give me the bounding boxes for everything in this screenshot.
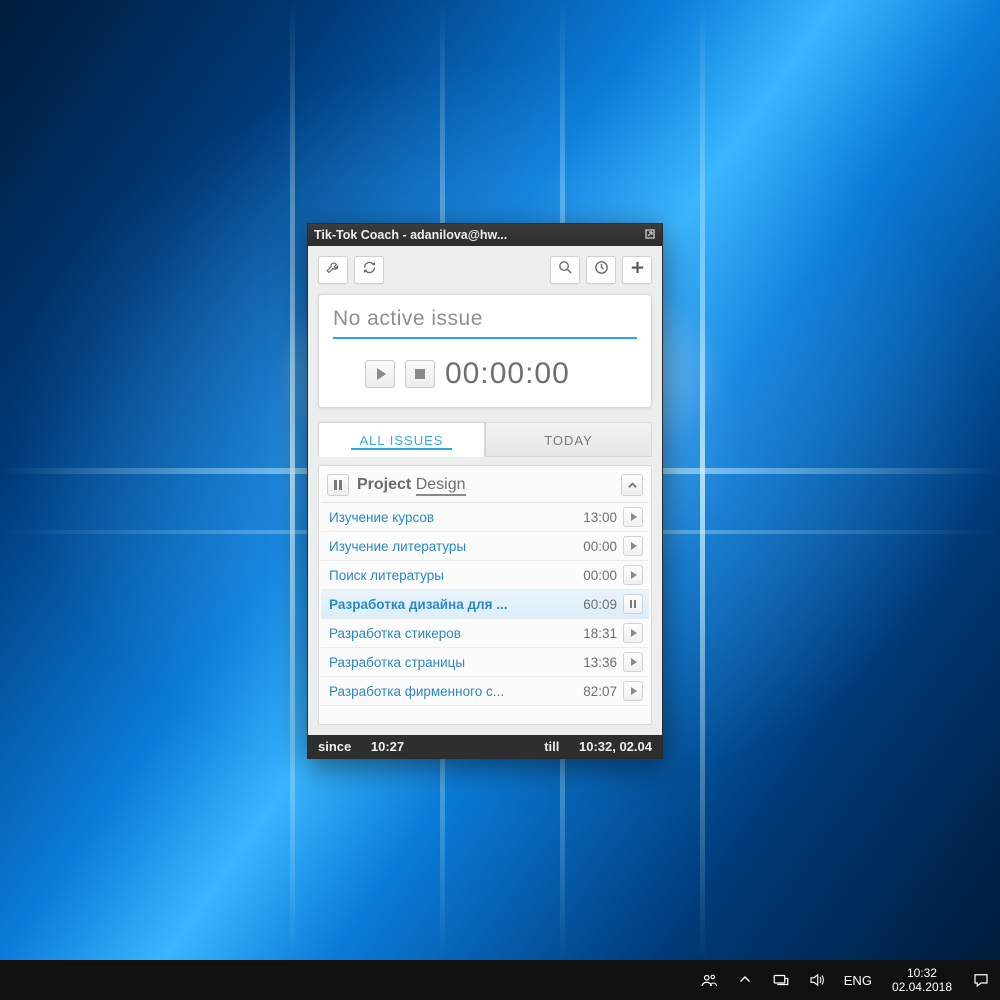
play-icon — [631, 571, 637, 579]
issue-play-button[interactable] — [623, 507, 643, 527]
issue-time: 00:00 — [569, 568, 617, 583]
active-issue-card: No active issue 00:00:00 — [318, 294, 652, 408]
issue-row[interactable]: Изучение курсов 13:00 — [321, 503, 649, 532]
popout-icon[interactable] — [644, 228, 656, 243]
active-issue-title: No active issue — [333, 307, 637, 339]
play-button[interactable] — [365, 360, 395, 388]
play-icon — [631, 629, 637, 637]
issue-name[interactable]: Разработка дизайна для ... — [329, 597, 563, 612]
window-titlebar[interactable]: Tik-Tok Coach - adanilova@hw... — [308, 224, 662, 246]
pause-icon — [630, 600, 636, 608]
status-bar: since 10:27 till 10:32, 02.04 — [308, 735, 662, 758]
group-collapse-button[interactable] — [621, 474, 643, 496]
tray-volume-icon[interactable] — [804, 960, 830, 1000]
search-icon — [557, 259, 574, 281]
issue-pause-button[interactable] — [623, 594, 643, 614]
refresh-button[interactable] — [354, 256, 384, 284]
issue-name[interactable]: Разработка фирменного с... — [329, 684, 563, 699]
history-button[interactable] — [586, 256, 616, 284]
group-pause-button[interactable] — [327, 474, 349, 496]
issue-time: 13:36 — [569, 655, 617, 670]
group-label: Project Design — [357, 476, 466, 494]
issue-time: 82:07 — [569, 684, 617, 699]
clock-time: 10:32 — [892, 966, 952, 980]
play-icon — [631, 542, 637, 550]
tray-language[interactable]: ENG — [840, 960, 876, 1000]
issue-row[interactable]: Разработка стикеров 18:31 — [321, 619, 649, 648]
tray-people-icon[interactable] — [696, 960, 722, 1000]
tray-network-icon[interactable] — [768, 960, 794, 1000]
chevron-up-icon — [627, 480, 638, 491]
issue-play-button[interactable] — [623, 681, 643, 701]
issue-play-button[interactable] — [623, 565, 643, 585]
wrench-icon — [325, 259, 342, 281]
stop-icon — [415, 369, 425, 379]
issue-time: 60:09 — [569, 597, 617, 612]
issue-row[interactable]: Разработка фирменного с... 82:07 — [321, 677, 649, 706]
settings-button[interactable] — [318, 256, 348, 284]
issue-play-button[interactable] — [623, 652, 643, 672]
windows-taskbar: ENG 10:32 02.04.2018 — [0, 960, 1000, 1000]
play-icon — [631, 687, 637, 695]
window-title: Tik-Tok Coach - adanilova@hw... — [314, 228, 507, 242]
toolbar — [318, 256, 652, 284]
till-value: 10:32, 02.04 — [579, 739, 652, 754]
issue-name[interactable]: Поиск литературы — [329, 568, 563, 583]
pause-icon — [334, 480, 342, 490]
issue-play-button[interactable] — [623, 623, 643, 643]
plus-icon — [629, 259, 646, 281]
issues-list: Project Design Изучение курсов13:00Изуче… — [318, 465, 652, 725]
tray-clock[interactable]: 10:32 02.04.2018 — [886, 960, 958, 1000]
issue-row[interactable]: Поиск литературы 00:00 — [321, 561, 649, 590]
search-button[interactable] — [550, 256, 580, 284]
issue-row[interactable]: Разработка страницы 13:36 — [321, 648, 649, 677]
issue-row[interactable]: Разработка дизайна для ... 60:09 — [321, 590, 649, 619]
since-value: 10:27 — [371, 739, 404, 754]
since-label: since — [318, 739, 351, 754]
issue-time: 00:00 — [569, 539, 617, 554]
tab-today[interactable]: TODAY — [485, 422, 652, 457]
tray-overflow-icon[interactable] — [732, 960, 758, 1000]
issue-time: 13:00 — [569, 510, 617, 525]
tabs: ALL ISSUES TODAY — [318, 422, 652, 457]
issue-name[interactable]: Изучение литературы — [329, 539, 563, 554]
play-icon — [631, 513, 637, 521]
clock-icon — [593, 259, 610, 281]
add-button[interactable] — [622, 256, 652, 284]
timer-value: 00:00:00 — [445, 357, 570, 391]
tiktok-coach-window: Tik-Tok Coach - adanilova@hw... — [307, 223, 663, 759]
issue-name[interactable]: Разработка страницы — [329, 655, 563, 670]
play-icon — [377, 368, 386, 380]
tray-action-center-icon[interactable] — [968, 960, 994, 1000]
issue-play-button[interactable] — [623, 536, 643, 556]
stop-button[interactable] — [405, 360, 435, 388]
project-group-header: Project Design — [321, 468, 649, 503]
play-icon — [631, 658, 637, 666]
refresh-icon — [361, 259, 378, 281]
issue-time: 18:31 — [569, 626, 617, 641]
issue-name[interactable]: Изучение курсов — [329, 510, 563, 525]
issue-row[interactable]: Изучение литературы 00:00 — [321, 532, 649, 561]
project-link[interactable]: Design — [416, 476, 466, 496]
tab-all-issues[interactable]: ALL ISSUES — [318, 422, 485, 457]
till-label: till — [544, 739, 559, 754]
issue-name[interactable]: Разработка стикеров — [329, 626, 563, 641]
clock-date: 02.04.2018 — [892, 980, 952, 994]
